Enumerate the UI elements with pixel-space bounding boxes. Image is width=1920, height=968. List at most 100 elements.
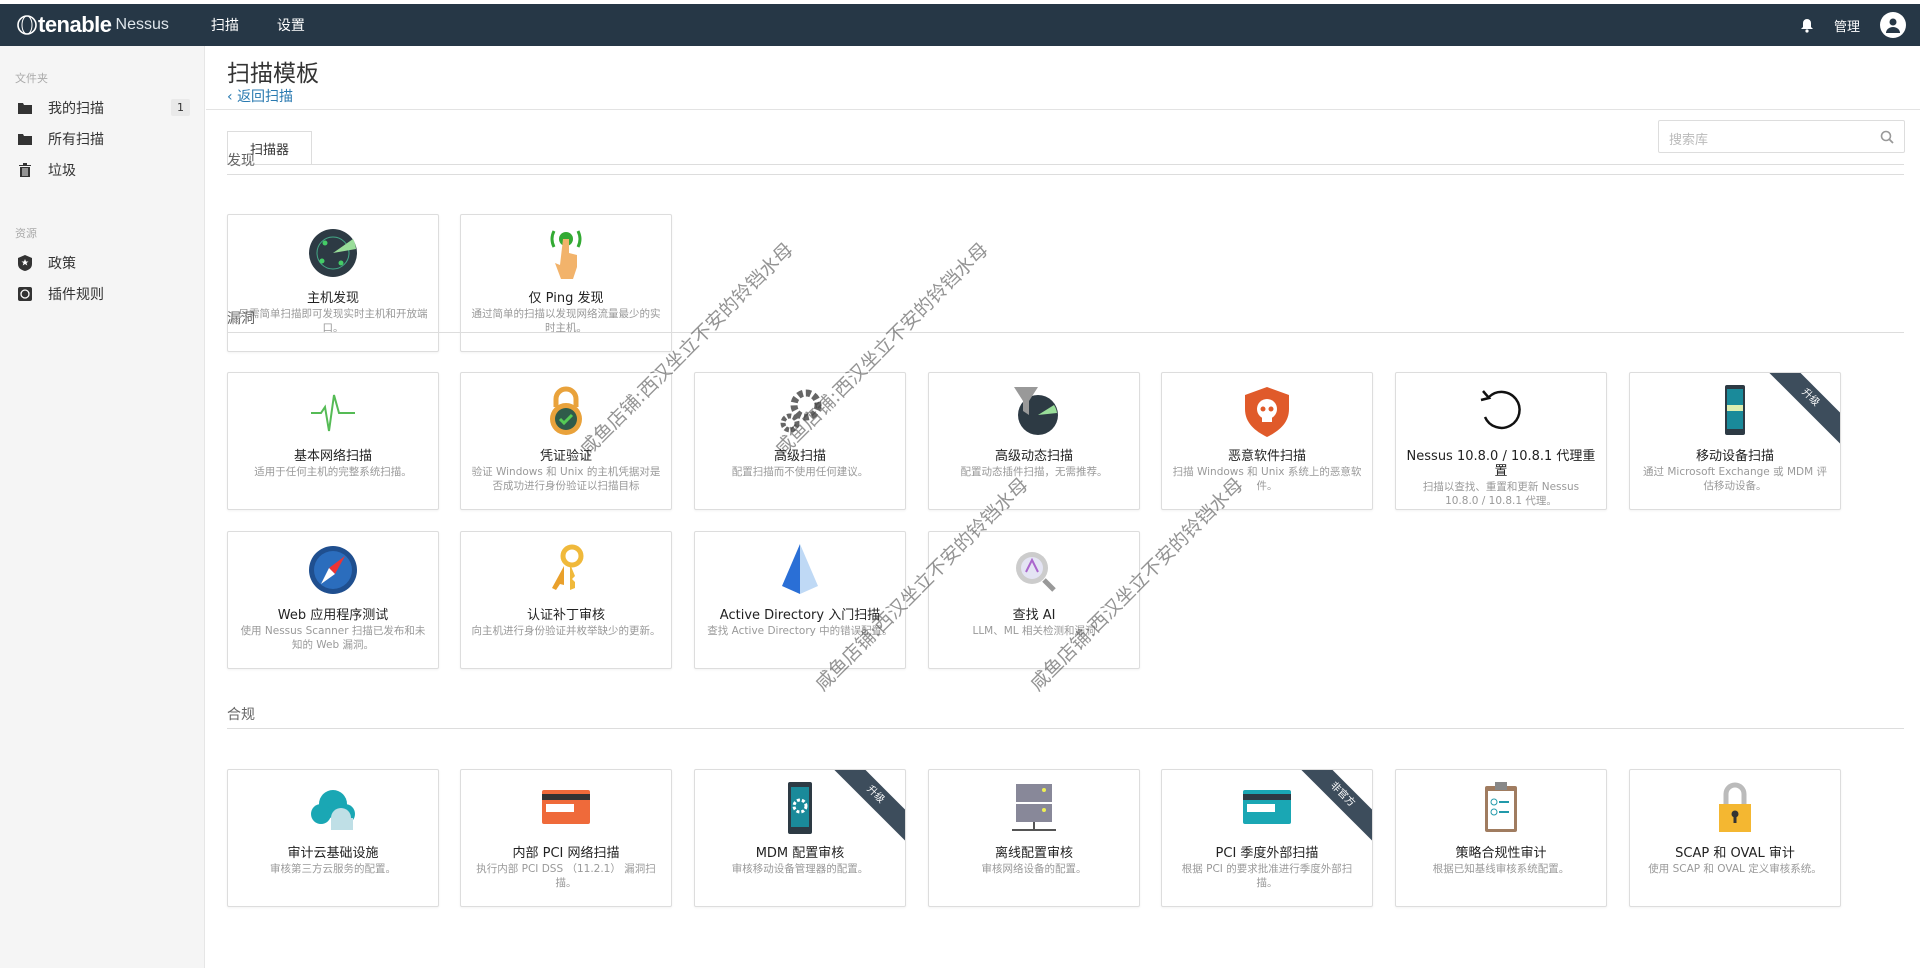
sidebar-item-label: 所有扫描 bbox=[48, 131, 104, 148]
product-text: Nessus bbox=[115, 16, 169, 33]
credit-card-orange-icon bbox=[542, 790, 590, 824]
template-description: 根据已知基线审核系统配置。 bbox=[1432, 863, 1570, 875]
sidebar-item-my-scans[interactable]: 我的扫描 1 bbox=[0, 92, 204, 123]
template-name: 高级动态扫描 bbox=[994, 449, 1073, 464]
template-name: 策略合规性审计 bbox=[1455, 846, 1547, 861]
template-description: 使用 Nessus Scanner 扫描已发布和未知的 Web 漏洞。 bbox=[240, 625, 426, 651]
filter-radar-icon bbox=[1014, 387, 1058, 435]
mobile-gear-icon bbox=[788, 782, 812, 834]
template-card[interactable]: 高级动态扫描 配置动态插件扫描，无需推荐。 bbox=[928, 372, 1140, 510]
template-card[interactable]: 离线配置审核 审核网络设备的配置。 bbox=[928, 769, 1140, 907]
skull-shield-icon bbox=[1245, 387, 1289, 437]
sidebar-item-trash[interactable]: 垃圾 bbox=[0, 154, 204, 185]
template-name: 高级扫描 bbox=[773, 449, 826, 464]
resources-heading: 资源 bbox=[15, 227, 37, 240]
back-link[interactable]: ‹ 返回扫描 bbox=[227, 86, 293, 106]
sidebar-item-all-scans[interactable]: 所有扫描 bbox=[0, 123, 204, 154]
template-name: MDM 配置审核 bbox=[755, 846, 845, 861]
folder-icon bbox=[18, 133, 32, 145]
clipboard-icon bbox=[1485, 782, 1517, 832]
folders-heading: 文件夹 bbox=[15, 72, 48, 85]
template-card[interactable]: 认证补丁审核 向主机进行身份验证并枚举缺少的更新。 bbox=[460, 531, 672, 669]
template-name: SCAP 和 OVAL 审计 bbox=[1675, 846, 1795, 861]
template-name: 审计云基础设施 bbox=[287, 846, 379, 861]
keys-icon bbox=[552, 544, 584, 590]
plug-icon bbox=[18, 286, 32, 301]
gears-icon bbox=[780, 389, 822, 433]
tenable-logo-icon bbox=[17, 15, 37, 35]
sidebar-item-label: 垃圾 bbox=[48, 162, 76, 179]
template-card[interactable]: 移动设备扫描 通过 Microsoft Exchange 或 MDM 评估移动设… bbox=[1629, 372, 1841, 510]
search-input[interactable]: 搜索库 bbox=[1658, 120, 1905, 153]
avatar[interactable] bbox=[1880, 12, 1906, 38]
user-name[interactable]: 管理 bbox=[1834, 16, 1860, 35]
nav-scans[interactable]: 扫描 bbox=[211, 15, 239, 35]
template-description: 审核网络设备的配置。 bbox=[981, 863, 1087, 875]
credit-card-teal-icon bbox=[1243, 790, 1291, 824]
tenable-logo[interactable]: tenable Nessus bbox=[16, 12, 169, 38]
template-name: 移动设备扫描 bbox=[1695, 449, 1774, 464]
template-name: Active Directory 入门扫描 bbox=[719, 608, 881, 623]
cloud-icon bbox=[311, 790, 355, 830]
template-card[interactable]: PCI 季度外部扫描 根据 PCI 的要求批准进行季度外部扫描。 非官方 bbox=[1161, 769, 1373, 907]
template-description: 执行内部 PCI DSS （11.2.1） 漏洞扫描。 bbox=[476, 863, 656, 889]
template-description: 扫描以查找、重置和更新 Nessus 10.8.0 / 10.8.1 代理。 bbox=[1422, 481, 1580, 507]
template-description: 审核移动设备管理器的配置。 bbox=[731, 863, 869, 875]
ping-hand-icon bbox=[550, 230, 582, 279]
template-name: Web 应用程序测试 bbox=[277, 608, 389, 623]
template-card[interactable]: 基本网络扫描 适用于任何主机的完整系统扫描。 bbox=[227, 372, 439, 510]
trash-icon bbox=[19, 162, 31, 177]
main-content: 扫描模板 ‹ 返回扫描 扫描器 搜索库 发现 主机发现 只需简单扫描即可发现实时… bbox=[206, 46, 1920, 968]
padlock-check-icon bbox=[550, 386, 582, 435]
template-name: 主机发现 bbox=[306, 291, 359, 306]
bell-icon[interactable] bbox=[1800, 18, 1814, 33]
template-card[interactable]: SCAP 和 OVAL 审计 使用 SCAP 和 OVAL 定义审核系统。 bbox=[1629, 769, 1841, 907]
template-description: 根据 PCI 的要求批准进行季度外部扫描。 bbox=[1181, 863, 1353, 889]
template-name: PCI 季度外部扫描 bbox=[1215, 846, 1319, 861]
template-card[interactable]: 凭证验证 验证 Windows 和 Unix 的主机凭据对是否成功进行身份验证以… bbox=[460, 372, 672, 510]
template-description: LLM、ML 相关检测和漏洞 bbox=[972, 625, 1096, 637]
mobile-icon bbox=[1725, 385, 1745, 435]
search-placeholder: 搜索库 bbox=[1669, 133, 1709, 148]
template-card[interactable]: 策略合规性审计 根据已知基线审核系统配置。 bbox=[1395, 769, 1607, 907]
chevron-left-icon: ‹ bbox=[227, 89, 238, 105]
template-card[interactable]: 审计云基础设施 审核第三方云服务的配置。 bbox=[227, 769, 439, 907]
yellow-padlock-icon bbox=[1719, 782, 1751, 832]
template-name: Nessus 10.8.0 / 10.8.1 代理重置 bbox=[1406, 449, 1596, 479]
reset-icon bbox=[1480, 390, 1521, 430]
nav-settings[interactable]: 设置 bbox=[277, 15, 305, 35]
template-description: 扫描 Windows 和 Unix 系统上的恶意软件。 bbox=[1172, 466, 1362, 492]
template-name: 恶意软件扫描 bbox=[1227, 449, 1306, 464]
top-bar: tenable Nessus 扫描 设置 管理 bbox=[0, 0, 1920, 46]
template-card[interactable]: 查找 AI LLM、ML 相关检测和漏洞 bbox=[928, 531, 1140, 669]
template-description: 向主机进行身份验证并枚举缺少的更新。 bbox=[471, 625, 661, 637]
template-description: 配置动态插件扫描，无需推荐。 bbox=[960, 466, 1108, 478]
sidebar-item-policies[interactable]: 政策 bbox=[0, 247, 204, 278]
brand-text: tenable bbox=[38, 12, 112, 37]
template-description: 适用于任何主机的完整系统扫描。 bbox=[254, 466, 412, 478]
template-card[interactable]: 恶意软件扫描 扫描 Windows 和 Unix 系统上的恶意软件。 bbox=[1161, 372, 1373, 510]
template-name: 查找 AI bbox=[1012, 608, 1056, 623]
compass-icon bbox=[309, 546, 357, 594]
sidebar: 文件夹 我的扫描 1 所有扫描 垃圾 资源 政策 插件规则 bbox=[0, 46, 205, 968]
template-card[interactable]: 内部 PCI 网络扫描 执行内部 PCI DSS （11.2.1） 漏洞扫描。 bbox=[460, 769, 672, 907]
template-card[interactable]: 高级扫描 配置扫描而不使用任何建议。 bbox=[694, 372, 906, 510]
template-card[interactable]: Web 应用程序测试 使用 Nessus Scanner 扫描已发布和未知的 W… bbox=[227, 531, 439, 669]
section-heading: 发现 bbox=[227, 150, 1904, 175]
template-name: 仅 Ping 发现 bbox=[528, 291, 604, 306]
server-icon bbox=[1012, 784, 1056, 831]
pyramid-icon bbox=[782, 544, 818, 594]
section-heading: 合规 bbox=[227, 704, 1904, 729]
template-description: 配置扫描而不使用任何建议。 bbox=[731, 466, 869, 478]
divider bbox=[206, 109, 1920, 110]
page-title: 扫描模板 bbox=[227, 61, 319, 87]
template-card[interactable]: Nessus 10.8.0 / 10.8.1 代理重置 扫描以查找、重置和更新 … bbox=[1395, 372, 1607, 510]
user-icon bbox=[1886, 18, 1900, 33]
template-card[interactable]: MDM 配置审核 审核移动设备管理器的配置。 升级 bbox=[694, 769, 906, 907]
sidebar-item-plugin-rules[interactable]: 插件规则 bbox=[0, 278, 204, 309]
section-heading: 漏洞 bbox=[227, 308, 1904, 333]
template-card[interactable]: Active Directory 入门扫描 查找 Active Director… bbox=[694, 531, 906, 669]
search-icon[interactable] bbox=[1880, 130, 1894, 144]
sidebar-item-label: 插件规则 bbox=[48, 286, 104, 303]
shield-star-icon bbox=[18, 254, 32, 271]
